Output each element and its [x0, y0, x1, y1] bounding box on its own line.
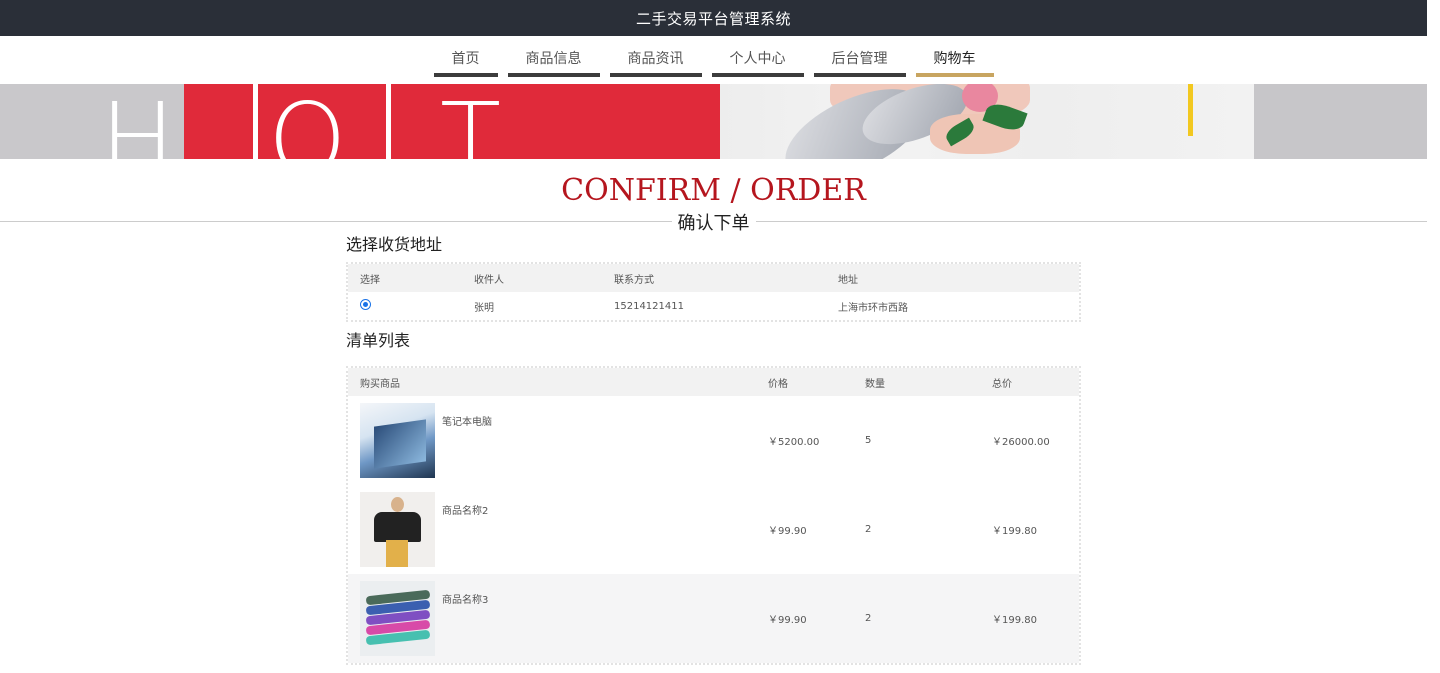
address-radio[interactable]: [360, 299, 371, 310]
nav-item-admin[interactable]: 后台管理: [813, 36, 906, 77]
nav-item-cart[interactable]: 购物车: [915, 36, 994, 77]
order-item-row[interactable]: 商品名称2 ￥99.90 2 ￥199.80: [348, 485, 1079, 574]
banner-letter-o: O: [268, 84, 347, 160]
nav-item-product-news[interactable]: 商品资讯: [609, 36, 702, 77]
app-title-bar: 二手交易平台管理系统: [0, 0, 1427, 36]
col-header-phone: 联系方式: [602, 264, 826, 292]
col-header-product: 购买商品: [348, 368, 756, 396]
order-content: 选择收货地址 选择 收件人 联系方式 地址 张明 15214121411 上海市…: [346, 236, 1081, 665]
product-cell: 商品名称2: [348, 485, 756, 574]
product-price: ￥5200.00: [768, 437, 820, 448]
banner-divider: [253, 84, 258, 159]
main-nav: 首页 商品信息 商品资讯 个人中心 后台管理 购物车: [0, 36, 1427, 84]
product-total: ￥199.80: [980, 574, 1079, 663]
col-header-quantity: 数量: [853, 368, 980, 396]
product-image-laptop[interactable]: [360, 403, 435, 478]
order-list-table: 购买商品 价格 数量 总价 笔记本电脑 ￥5200.00 5 ￥26000.00…: [346, 366, 1081, 665]
heading-chinese: 确认下单: [671, 209, 756, 235]
col-header-price: 价格: [756, 368, 853, 396]
product-name[interactable]: 商品名称2: [442, 492, 488, 517]
address-table: 选择 收件人 联系方式 地址 张明 15214121411 上海市环市西路: [346, 262, 1081, 322]
product-name[interactable]: 商品名称3: [442, 581, 488, 606]
product-price: ￥99.90: [756, 574, 853, 663]
page: 二手交易平台管理系统 首页 商品信息 商品资讯 个人中心 后台管理 购物车 H …: [0, 0, 1427, 673]
nav-item-personal-center[interactable]: 个人中心: [711, 36, 804, 77]
product-cell: 笔记本电脑: [348, 396, 756, 485]
page-heading: CONFIRM / ORDER 确认下单: [0, 159, 1427, 237]
hero-banner[interactable]: H O T: [0, 84, 1427, 159]
product-quantity: 5: [865, 435, 872, 446]
order-list-header: 购买商品 价格 数量 总价: [348, 368, 1079, 396]
product-price: ￥99.90: [768, 526, 807, 537]
product-cell: 商品名称3: [348, 574, 756, 663]
col-header-address: 地址: [826, 264, 1079, 292]
address-recipient: 张明: [474, 302, 494, 314]
col-header-recipient: 收件人: [462, 264, 602, 292]
address-row[interactable]: 张明 15214121411 上海市环市西路: [348, 292, 1079, 320]
product-image-resistance-bands[interactable]: [360, 581, 435, 656]
banner-letter-t: T: [440, 84, 502, 160]
product-quantity: 2: [865, 524, 872, 535]
col-header-select: 选择: [348, 264, 462, 292]
address-select-cell: [348, 292, 462, 320]
address-text: 上海市环市西路: [838, 302, 908, 314]
address-phone: 15214121411: [614, 300, 684, 312]
heading-english: CONFIRM / ORDER: [561, 173, 866, 208]
order-item-row[interactable]: 商品名称3 ￥99.90 2 ￥199.80: [348, 574, 1079, 663]
banner-divider: [386, 84, 391, 159]
banner-yellow-stripe: [1188, 84, 1193, 136]
col-header-total: 总价: [980, 368, 1079, 396]
address-section-title: 选择收货地址: [346, 235, 443, 254]
product-image-person[interactable]: [360, 492, 435, 567]
address-table-header: 选择 收件人 联系方式 地址: [348, 264, 1079, 292]
product-quantity: 2: [853, 574, 980, 663]
banner-letter-h: H: [100, 84, 176, 160]
order-item-row[interactable]: 笔记本电脑 ￥5200.00 5 ￥26000.00: [348, 396, 1079, 485]
banner-right-panel: [1254, 84, 1427, 159]
nav-item-home[interactable]: 首页: [433, 36, 498, 77]
list-section-title: 清单列表: [346, 331, 411, 350]
nav-item-product-info[interactable]: 商品信息: [507, 36, 600, 77]
product-total: ￥199.80: [992, 526, 1037, 537]
product-total: ￥26000.00: [992, 437, 1050, 448]
app-title: 二手交易平台管理系统: [635, 9, 791, 28]
product-name[interactable]: 笔记本电脑: [442, 403, 492, 428]
